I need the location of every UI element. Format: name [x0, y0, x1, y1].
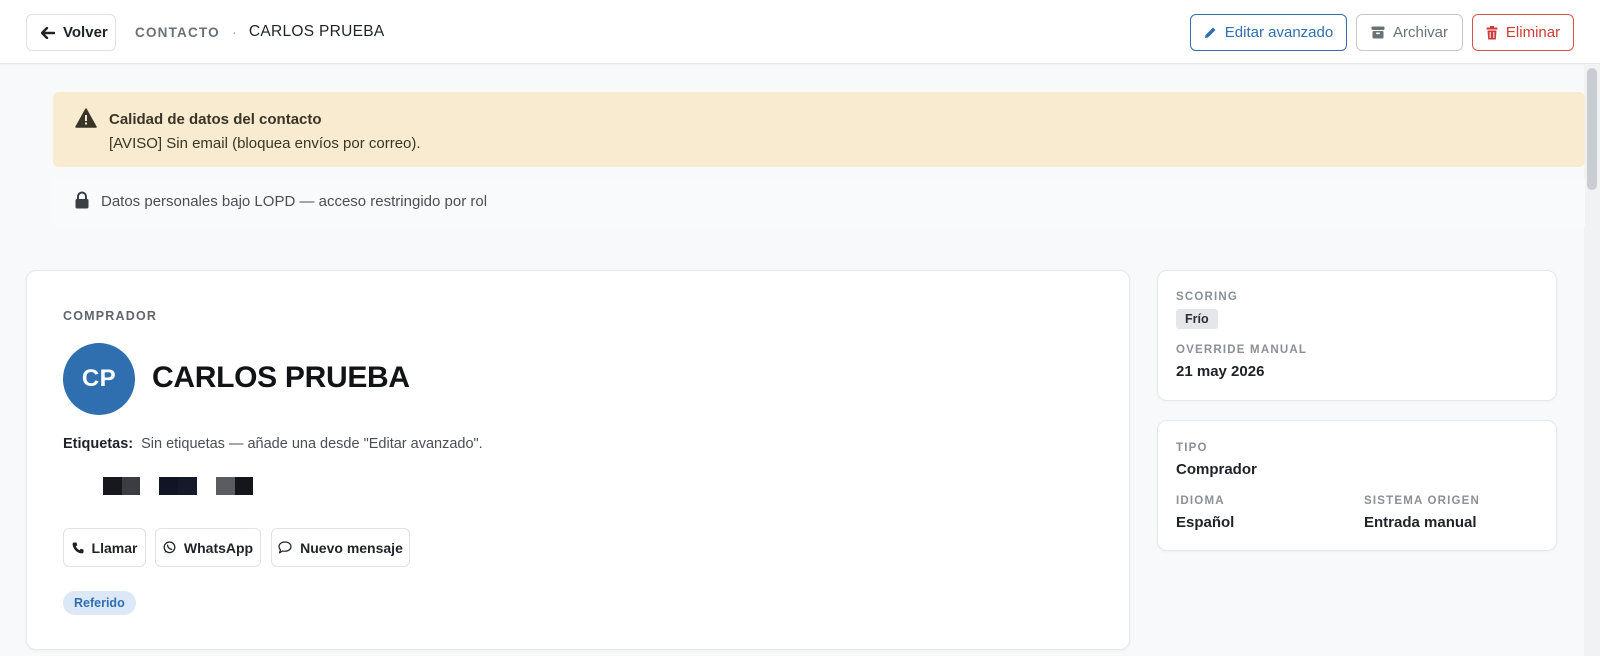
archive-button[interactable]: Archivar — [1356, 14, 1463, 51]
call-button-label: Llamar — [91, 539, 138, 556]
breadcrumb: CONTACTO · CARLOS PRUEBA — [135, 23, 385, 41]
delete-label: Eliminar — [1505, 24, 1561, 41]
data-quality-alert: Calidad de datos del contacto [AVISO] Si… — [53, 92, 1585, 167]
alert-title: Calidad de datos del contacto — [109, 111, 322, 128]
back-button-label: Volver — [63, 24, 108, 41]
lock-icon — [74, 191, 90, 209]
avatar: CP — [63, 343, 135, 415]
archive-box-icon — [1371, 26, 1385, 39]
privacy-notice: Datos personales bajo LOPD — acceso rest… — [53, 178, 1585, 226]
call-button[interactable]: Llamar — [63, 528, 146, 567]
origin-system-label: SISTEMA ORIGEN — [1364, 495, 1481, 507]
alert-text: [AVISO] Sin email (bloquea envíos por co… — [109, 135, 421, 152]
redacted-block — [159, 477, 197, 495]
origin-system-value: Entrada manual — [1364, 514, 1477, 531]
new-message-button-label: Nuevo mensaje — [300, 539, 403, 556]
source-badge: Referido — [63, 591, 136, 615]
privacy-notice-text: Datos personales bajo LOPD — acceso rest… — [101, 193, 488, 210]
edit-advanced-label: Editar avanzado — [1224, 24, 1334, 41]
scrollbar-thumb[interactable] — [1587, 68, 1597, 190]
type-label: TIPO — [1176, 442, 1208, 454]
scoring-card: SCORING Frío OVERRIDE MANUAL 21 may 2026 — [1157, 270, 1557, 401]
chat-bubble-icon — [278, 541, 292, 554]
archive-label: Archivar — [1392, 24, 1448, 41]
breadcrumb-current: CARLOS PRUEBA — [248, 23, 385, 40]
language-value: Español — [1176, 514, 1235, 531]
tags-row: Etiquetas: Sin etiquetas — añade una des… — [63, 436, 483, 452]
delete-button[interactable]: Eliminar — [1472, 14, 1574, 51]
whatsapp-button-label: WhatsApp — [183, 539, 254, 556]
tags-empty-text: Sin etiquetas — añade una desde "Editar … — [141, 436, 483, 452]
warning-triangle-icon — [75, 108, 97, 128]
scoring-badge: Frío — [1176, 309, 1218, 329]
page-scrollbar[interactable] — [1584, 64, 1600, 656]
phone-icon — [72, 542, 84, 554]
redacted-block — [216, 477, 253, 495]
breadcrumb-section[interactable]: CONTACTO — [135, 25, 220, 40]
override-label: OVERRIDE MANUAL — [1176, 344, 1308, 356]
language-label: IDIOMA — [1176, 495, 1225, 507]
edit-advanced-button[interactable]: Editar avanzado — [1190, 14, 1347, 51]
top-bar: Volver CONTACTO · CARLOS PRUEBA Editar a… — [0, 0, 1600, 64]
override-value: 21 may 2026 — [1176, 363, 1265, 380]
redacted-block — [103, 477, 140, 495]
breadcrumb-separator: · — [231, 23, 237, 41]
contact-card: COMPRADOR CP CARLOS PRUEBA Etiquetas: Si… — [26, 270, 1130, 650]
new-message-button[interactable]: Nuevo mensaje — [271, 528, 410, 567]
contact-role-kicker: COMPRADOR — [63, 309, 158, 323]
back-button[interactable]: Volver — [26, 14, 116, 51]
contact-name: CARLOS PRUEBA — [152, 361, 410, 394]
tags-label: Etiquetas: — [63, 436, 134, 452]
whatsapp-button[interactable]: WhatsApp — [155, 528, 261, 567]
type-value: Comprador — [1176, 461, 1257, 478]
pencil-icon — [1204, 26, 1217, 39]
whatsapp-icon — [163, 541, 176, 554]
type-card: TIPO Comprador IDIOMA Español SISTEMA OR… — [1157, 420, 1557, 551]
arrow-left-icon — [41, 26, 55, 39]
scoring-label: SCORING — [1176, 291, 1239, 303]
trash-icon — [1486, 25, 1498, 40]
